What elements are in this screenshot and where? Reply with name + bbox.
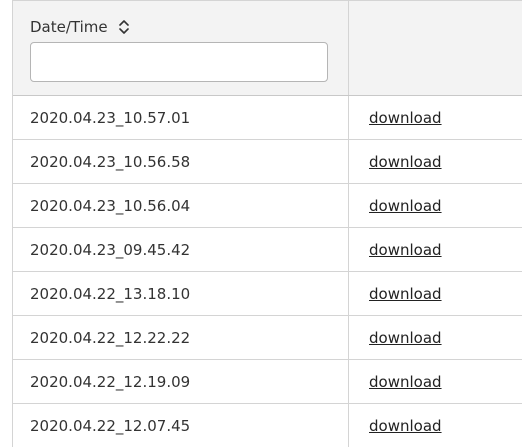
download-link[interactable]: download (369, 241, 442, 259)
link-cell: download (349, 228, 522, 271)
download-link[interactable]: download (369, 285, 442, 303)
date-time-cell: 2020.04.22_13.18.10 (13, 272, 349, 315)
link-cell: download (349, 404, 522, 447)
link-cell: download (349, 316, 522, 359)
download-link[interactable]: download (369, 417, 442, 435)
table-row: 2020.04.23_10.56.58 download (13, 140, 522, 184)
results-table: Date/Time 2020.04.23_10.57.01 download 2… (12, 0, 522, 447)
table-header: Date/Time (13, 1, 522, 96)
link-cell: download (349, 96, 522, 139)
download-link[interactable]: download (369, 109, 442, 127)
table-body: 2020.04.23_10.57.01 download 2020.04.23_… (13, 96, 522, 447)
date-time-filter-input[interactable] (30, 42, 328, 82)
column-header-link (349, 1, 522, 95)
download-link[interactable]: download (369, 329, 442, 347)
date-time-cell: 2020.04.22_12.19.09 (13, 360, 349, 403)
date-time-cell: 2020.04.23_10.57.01 (13, 96, 349, 139)
table-row: 2020.04.22_12.19.09 download (13, 360, 522, 404)
download-link[interactable]: download (369, 153, 442, 171)
date-time-cell: 2020.04.22_12.22.22 (13, 316, 349, 359)
date-time-cell: 2020.04.22_12.07.45 (13, 404, 349, 447)
table-row: 2020.04.22_12.07.45 download (13, 404, 522, 447)
column-label-date-time[interactable]: Date/Time (30, 18, 108, 36)
link-cell: download (349, 360, 522, 403)
date-time-cell: 2020.04.23_10.56.58 (13, 140, 349, 183)
table-row: 2020.04.23_09.45.42 download (13, 228, 522, 272)
date-time-cell: 2020.04.23_10.56.04 (13, 184, 349, 227)
date-time-cell: 2020.04.23_09.45.42 (13, 228, 349, 271)
link-cell: download (349, 272, 522, 315)
table-row: 2020.04.22_12.22.22 download (13, 316, 522, 360)
column-header-date-time: Date/Time (13, 1, 349, 95)
download-link[interactable]: download (369, 373, 442, 391)
download-link[interactable]: download (369, 197, 442, 215)
table-row: 2020.04.23_10.57.01 download (13, 96, 522, 140)
link-cell: download (349, 184, 522, 227)
sort-up-down-icon[interactable] (118, 18, 130, 36)
table-row: 2020.04.22_13.18.10 download (13, 272, 522, 316)
table-row: 2020.04.23_10.56.04 download (13, 184, 522, 228)
link-cell: download (349, 140, 522, 183)
date-time-sort-toggle[interactable]: Date/Time (30, 16, 348, 38)
